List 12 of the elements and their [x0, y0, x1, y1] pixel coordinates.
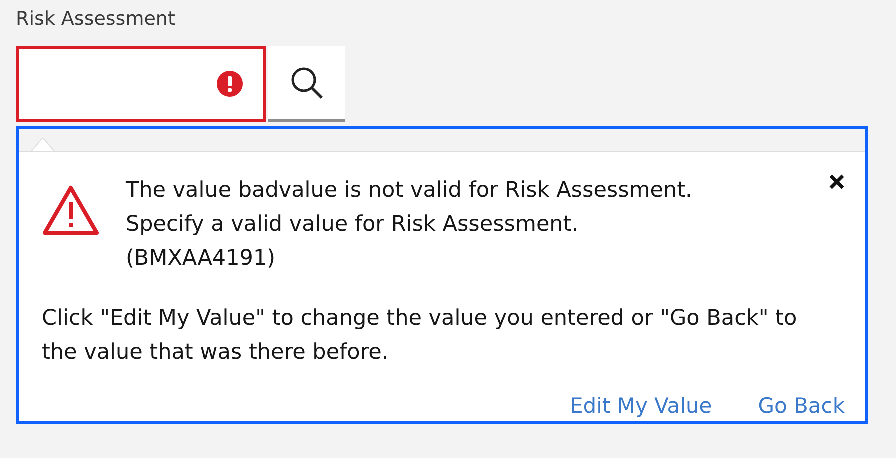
action-link[interactable]: Edit My Value: [570, 394, 712, 418]
input-field[interactable]: [16, 46, 266, 122]
field-label: Risk Assessment: [16, 8, 176, 30]
search-button[interactable]: [268, 46, 345, 122]
warning-icon: [42, 184, 100, 236]
action-link[interactable]: Go Back: [758, 394, 845, 418]
error-icon: [217, 71, 243, 97]
close-button[interactable]: [829, 174, 845, 190]
error-message: The value badvalue is not valid for Risk Assessment. Specify a valid value for Risk Assessment. (BMXAA4191): [126, 177, 694, 273]
search-icon: [290, 66, 324, 100]
instruction-text: Click "Edit My Value" to change the value you entered or "Go Back" to the value that was there before.: [42, 305, 798, 367]
close-icon: [829, 174, 845, 190]
